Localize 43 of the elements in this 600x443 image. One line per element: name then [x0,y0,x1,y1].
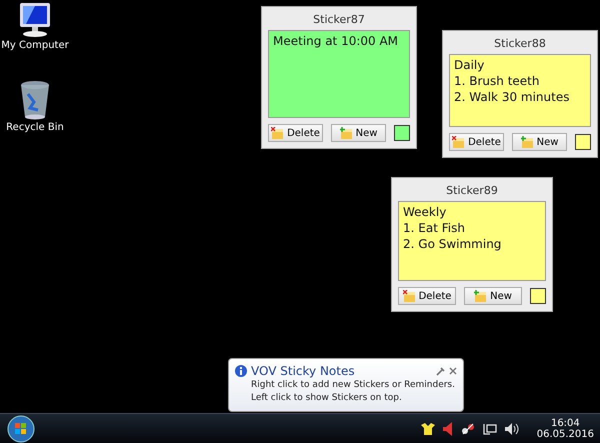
wrench-icon[interactable] [436,366,445,376]
window-title: Sticker88 [493,36,547,52]
note-text: 1. Brush teeth [454,74,540,88]
window-title: Sticker89 [445,183,499,199]
note-area[interactable]: Meeting at 10:00 AM [268,30,410,118]
balloon-text: Right click to add new Stickers or Reminders. [251,379,455,391]
note-delete-icon [271,127,284,139]
note-delete-icon [452,136,466,148]
recycle-bin-icon [18,80,52,120]
close-icon[interactable] [449,367,457,375]
note-text: 1. Eat Fish [403,221,465,235]
delete-button[interactable]: Delete [268,124,323,142]
note-area[interactable]: Daily 1. Brush teeth 2. Walk 30 minutes [449,54,591,127]
note-text: Daily [454,58,484,72]
note-delete-icon [402,290,416,302]
start-button[interactable] [6,414,36,442]
color-swatch[interactable] [530,288,546,304]
volume-icon[interactable] [504,422,519,434]
clock-time[interactable]: 16:04 [550,418,580,428]
desktop-icon-label[interactable]: My Computer [1,40,69,51]
note-text: 2. Walk 30 minutes [454,90,570,104]
delete-button[interactable]: Delete [398,287,456,305]
note-add-icon [474,290,488,302]
new-button[interactable]: New [464,287,522,305]
note-text: Weekly [403,205,446,219]
note-area[interactable]: Weekly 1. Eat Fish 2. Go Swimming [398,201,546,281]
new-button[interactable]: New [331,124,386,142]
speaker-icon[interactable] [442,422,453,436]
network-icon[interactable] [482,422,497,434]
desktop-icon-label[interactable]: Recycle Bin [6,122,64,133]
note-text: Meeting at 10:00 AM [273,34,398,48]
info-icon [235,365,247,377]
clock-date[interactable]: 06.05.2016 [536,428,594,440]
balloon-text: Left click to show Stickers on top. [251,392,402,404]
new-button[interactable]: New [512,133,567,151]
delete-button[interactable]: Delete [449,133,504,151]
window-title: Sticker87 [312,12,366,28]
color-swatch[interactable] [575,134,591,150]
note-text: 2. Go Swimming [403,237,502,251]
note-add-icon [520,136,534,148]
color-swatch[interactable] [394,125,410,141]
balloon-title: VOV Sticky Notes [251,364,355,378]
note-add-icon [340,127,353,139]
